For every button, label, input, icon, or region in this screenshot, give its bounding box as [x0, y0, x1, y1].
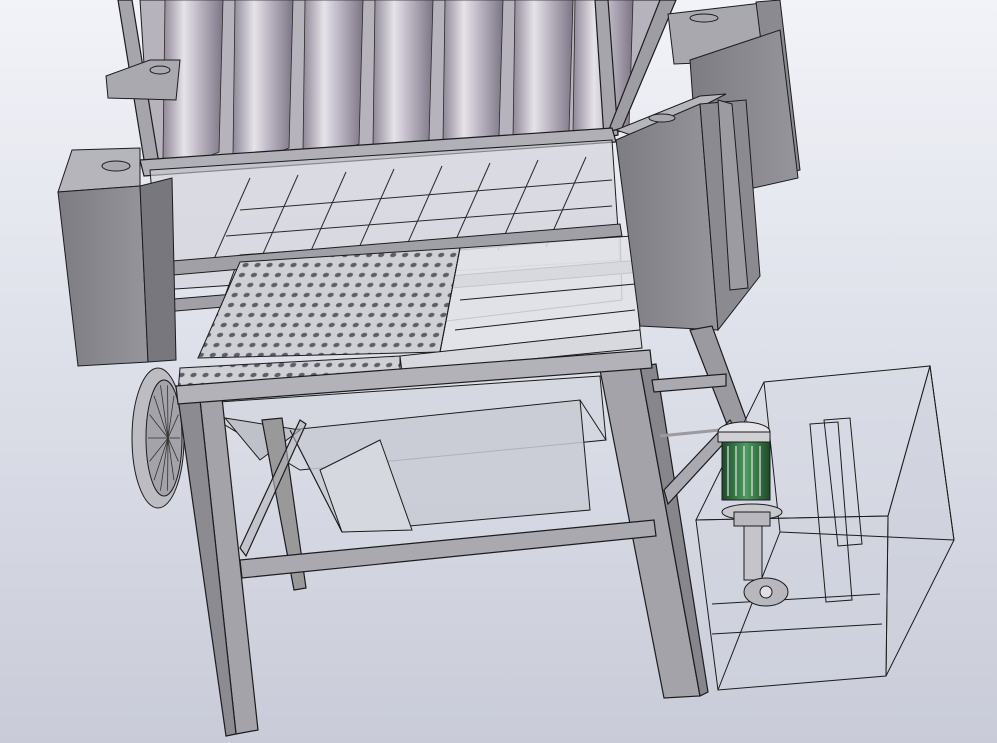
machine-model[interactable]: [0, 0, 997, 743]
cad-viewport[interactable]: [0, 0, 997, 743]
tube: [302, 0, 364, 153]
hopper[interactable]: [188, 375, 607, 533]
header-box-right[interactable]: [614, 93, 761, 332]
tube: [442, 0, 504, 145]
rear-left-box: [105, 59, 181, 101]
tube: [232, 0, 294, 157]
tube: [372, 0, 434, 149]
tube: [512, 0, 574, 141]
